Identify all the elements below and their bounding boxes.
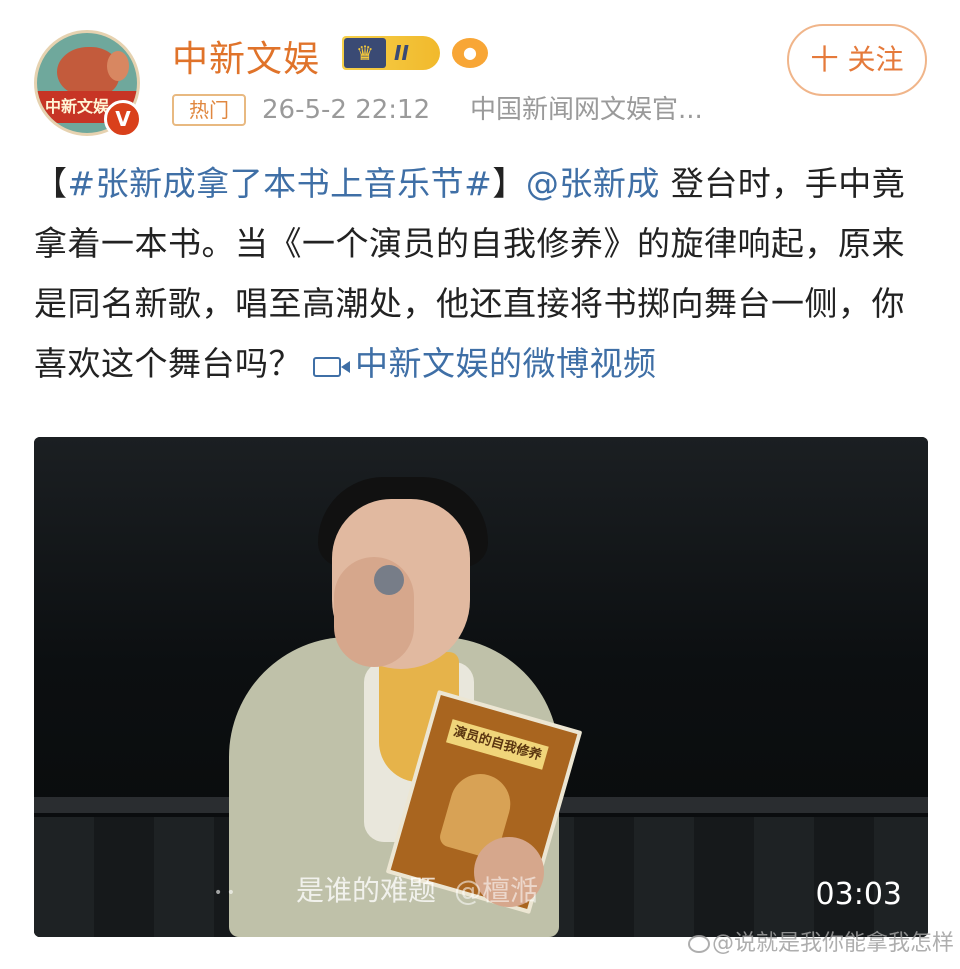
post-source[interactable]: 中国新闻网文娱官... (470, 92, 703, 128)
account-name[interactable]: 中新文娱 (172, 30, 320, 82)
rank-badge[interactable]: ♛ II (342, 36, 440, 70)
video-caption: 是谁的难题 (296, 874, 437, 907)
follow-button[interactable]: 十 关注 (787, 24, 927, 96)
page-watermark: @说就是我你能拿我怎样 (687, 930, 954, 958)
topic-link[interactable]: #张新成拿了本书上音乐节# (68, 164, 493, 203)
post-text: 【#张新成拿了本书上音乐节#】@张新成 登台时，手中竟拿着一本书。当《一个演员的… (34, 154, 930, 394)
video-source-link[interactable]: 中新文娱的微博视频 (313, 344, 657, 383)
video-player[interactable]: 演员的自我修养 • • 是谁的难题 @檀湉 03:03 (34, 437, 928, 937)
rank-label: II (394, 41, 409, 65)
bracket-close: 】 (492, 164, 526, 203)
video-caption-watermark: @檀湉 (454, 874, 539, 907)
post-time: 26-5-2 22:12 (262, 95, 431, 125)
hot-tag: 热门 (172, 94, 246, 126)
mention-link[interactable]: @张新成 (526, 164, 660, 203)
weibo-icon (687, 935, 710, 953)
video-source-label: 中新文娱的微博视频 (355, 344, 657, 383)
microphone-icon (374, 565, 404, 595)
fish-emoji-icon[interactable]: ● (452, 38, 488, 68)
fish-fin-icon (107, 51, 129, 81)
rank-crown-icon: ♛ (344, 38, 386, 68)
dots-icon: • • (214, 885, 235, 901)
video-camera-icon (313, 357, 350, 377)
watermark-text: @说就是我你能拿我怎样 (711, 931, 954, 956)
verified-icon: V (104, 100, 142, 138)
book-title: 演员的自我修养 (446, 719, 549, 770)
bracket-open: 【 (34, 164, 68, 203)
video-duration: 03:03 (815, 877, 902, 912)
